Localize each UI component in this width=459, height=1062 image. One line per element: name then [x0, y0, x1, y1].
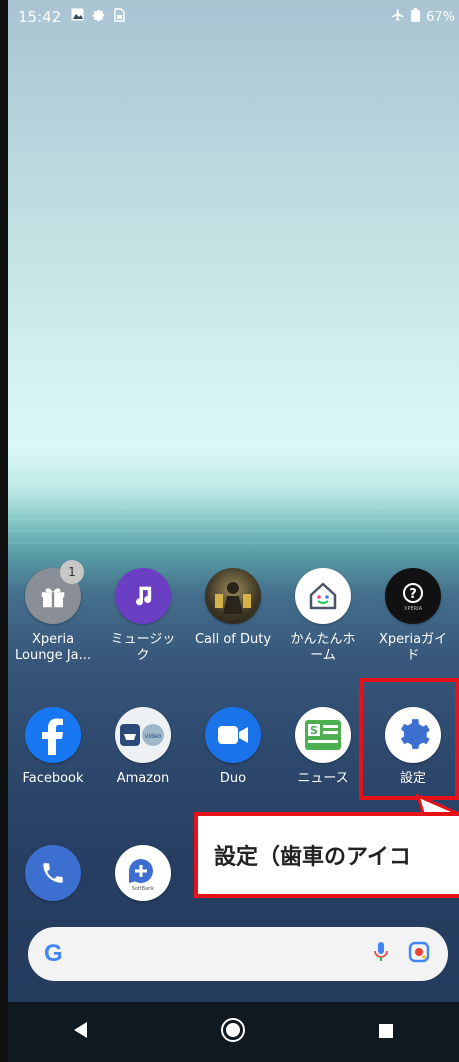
app-call-of-duty[interactable]: Call of Duty	[188, 568, 278, 664]
app-label: Facebook	[22, 771, 84, 786]
app-label: ミュージッ ク	[110, 632, 176, 663]
annotation-callout: 設定（歯車のアイコ	[194, 812, 459, 898]
video-icon	[205, 707, 261, 763]
app-music[interactable]: ミュージッ ク	[98, 568, 188, 664]
news-icon: S	[295, 707, 351, 763]
app-label: Xperia Lounge Ja...	[14, 632, 92, 663]
home-icon	[295, 568, 351, 624]
app-label: Amazon	[116, 771, 170, 786]
lens-camera-icon[interactable]	[408, 941, 430, 967]
app-simple-home[interactable]: かんたんホ ーム	[278, 568, 368, 664]
callout-text: 設定（歯車のアイコ	[214, 845, 411, 870]
app-label: Xperiaガイ ド	[378, 632, 448, 663]
phone-icon	[25, 845, 81, 901]
image-icon	[71, 8, 84, 26]
app-messages[interactable]: SoftBank	[98, 845, 188, 901]
app-duo[interactable]: Duo	[188, 707, 278, 787]
music-icon	[115, 568, 171, 624]
svg-text:XPERIA: XPERIA	[404, 606, 423, 612]
google-search-bar[interactable]: G	[28, 927, 448, 981]
status-bar: 15:42 67%	[18, 6, 455, 28]
app-label: Call of Duty	[194, 632, 272, 647]
back-button[interactable]	[74, 1022, 88, 1042]
navigation-bar	[8, 1002, 459, 1062]
app-news[interactable]: S ニュース	[278, 707, 368, 787]
app-xperia-lounge[interactable]: 1 Xperia Lounge Ja...	[8, 560, 98, 664]
facebook-icon	[25, 707, 81, 763]
help-icon: ? XPERIA	[385, 568, 441, 624]
notification-badge: 1	[60, 560, 84, 584]
app-label: ニュース	[297, 771, 349, 786]
softbank-caption: SoftBank	[132, 886, 155, 892]
app-facebook[interactable]: Facebook	[8, 707, 98, 787]
microphone-icon[interactable]	[374, 941, 388, 967]
message-icon: SoftBank	[115, 845, 171, 901]
home-screen: 15:42 67% 1 Xperia Lounge Ja... ミュージッ ク …	[8, 0, 459, 1062]
airplane-icon	[391, 8, 405, 26]
status-time: 15:42	[18, 8, 62, 26]
app-xperia-guide[interactable]: ? XPERIA Xperiaガイ ド	[368, 568, 458, 664]
svg-text:S: S	[310, 724, 318, 737]
svg-text:?: ?	[409, 587, 417, 602]
game-icon	[205, 568, 261, 624]
app-phone[interactable]	[8, 845, 98, 901]
app-row-1: 1 Xperia Lounge Ja... ミュージッ ク Call of Du…	[8, 560, 459, 664]
battery-icon	[411, 8, 421, 26]
svg-text:video: video	[145, 733, 162, 740]
sim-icon	[114, 8, 125, 26]
app-amazon[interactable]: video Amazon	[98, 707, 188, 787]
amazon-icon: video	[115, 707, 171, 763]
app-label: かんたんホ ーム	[290, 632, 356, 663]
recents-button[interactable]	[378, 1023, 393, 1042]
google-logo-icon: G	[44, 940, 63, 967]
settings-icon	[92, 8, 106, 26]
settings-highlight-box	[359, 678, 459, 800]
app-label: Duo	[219, 771, 247, 786]
battery-percent: 67%	[426, 9, 455, 25]
home-button[interactable]	[220, 1017, 246, 1047]
